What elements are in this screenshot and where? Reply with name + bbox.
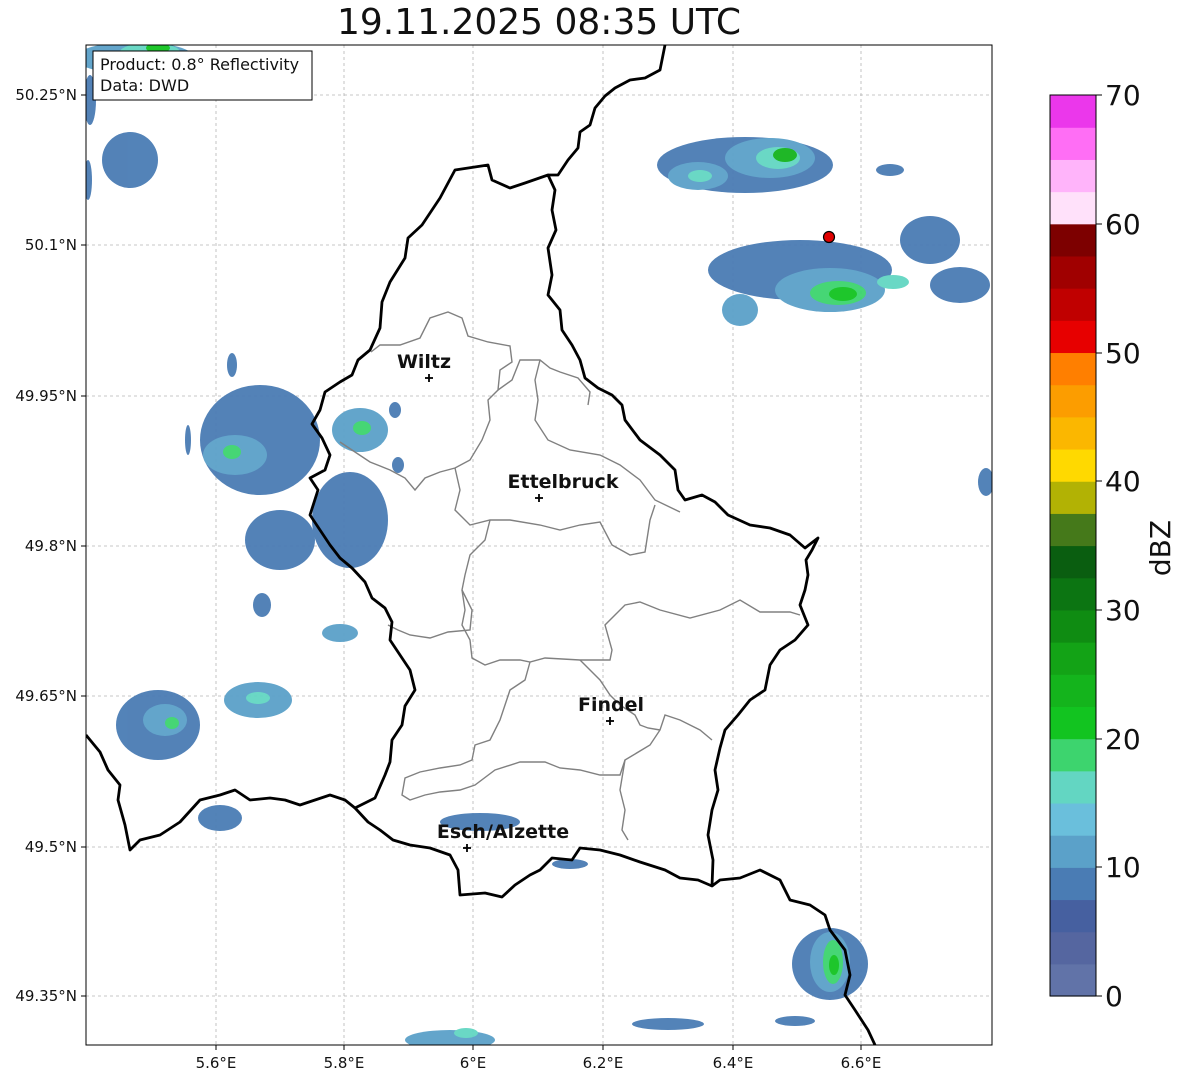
colorbar-swatch xyxy=(1050,931,1096,965)
canton-boundaries xyxy=(339,311,801,841)
france-belgium-border xyxy=(86,734,356,852)
colorbar-swatch xyxy=(1050,255,1096,289)
canton-line xyxy=(461,589,801,666)
lon-tick-label: 6.2°E xyxy=(583,1054,624,1072)
canton-line xyxy=(497,359,591,406)
colorbar-swatch xyxy=(1050,770,1096,804)
colorbar-tick-label: 40 xyxy=(1105,465,1141,498)
colorbar-swatch xyxy=(1050,384,1096,418)
colorbar-unit-label: dBZ xyxy=(1144,520,1177,576)
colorbar-swatch xyxy=(1050,738,1096,772)
canton-line-wiltz xyxy=(339,311,513,492)
lat-tick-label: 50.1°N xyxy=(25,236,77,254)
canton-line xyxy=(387,519,491,639)
radar-map: Wiltz Ettelbruck Findel Esch/Alzette Pro… xyxy=(15,44,1177,1072)
colorbar-tick-label: 70 xyxy=(1105,79,1141,112)
city-label-esch-alzette: Esch/Alzette xyxy=(437,821,569,843)
colorbar-swatch xyxy=(1050,223,1096,257)
lat-tick-label: 50.25°N xyxy=(15,86,77,104)
city-marker-wiltz xyxy=(425,374,433,382)
colorbar-tick-label: 20 xyxy=(1105,723,1141,756)
colorbar-swatch xyxy=(1050,706,1096,740)
colorbar-swatch xyxy=(1050,320,1096,354)
axis-ticks xyxy=(81,94,862,1050)
colorbar-tick-label: 0 xyxy=(1105,980,1123,1013)
colorbar-swatch xyxy=(1050,835,1096,868)
colorbar-swatch xyxy=(1050,867,1096,901)
plot-frame xyxy=(85,44,993,1046)
lon-tick-label: 5.8°E xyxy=(324,1054,365,1072)
colorbar-swatch xyxy=(1050,642,1096,675)
colorbar-swatch xyxy=(1050,545,1096,579)
colorbar-swatch xyxy=(1050,191,1096,225)
info-source: Data: DWD xyxy=(100,76,189,95)
colorbar-swatch xyxy=(1050,288,1096,321)
colorbar-swatch xyxy=(1050,899,1096,933)
lon-tick-label: 6.4°E xyxy=(713,1054,754,1072)
info-box: Product: 0.8° Reflectivity Data: DWD xyxy=(92,50,313,101)
city-marker-findel xyxy=(606,717,614,725)
colorbar xyxy=(1050,95,1096,997)
city-markers xyxy=(425,374,614,852)
colorbar-swatch xyxy=(1050,513,1096,547)
colorbar-swatch xyxy=(1050,448,1096,482)
echo-cluster-east xyxy=(708,216,992,496)
colorbar-swatch xyxy=(1050,609,1096,643)
echo-cluster-southwest xyxy=(116,682,292,831)
info-product: Product: 0.8° Reflectivity xyxy=(100,55,299,74)
lat-tick-label: 49.35°N xyxy=(15,987,77,1005)
colorbar-swatch xyxy=(1050,674,1096,707)
lat-tick-label: 49.5°N xyxy=(25,838,77,856)
colorbar-swatch xyxy=(1050,127,1096,160)
colorbar-swatch xyxy=(1050,416,1096,450)
colorbar-ticks xyxy=(1096,94,1102,997)
city-label-findel: Findel xyxy=(578,694,644,716)
colorbar-swatch xyxy=(1050,352,1096,386)
canton-line xyxy=(401,661,713,801)
colorbar-tick-label: 10 xyxy=(1105,851,1141,884)
lat-tick-label: 49.8°N xyxy=(25,537,77,555)
lon-tick-label: 5.6°E xyxy=(196,1054,237,1072)
lat-tick-label: 49.65°N xyxy=(15,687,77,705)
colorbar-tick-label: 60 xyxy=(1105,208,1141,241)
colorbar-swatch xyxy=(1050,577,1096,611)
colorbar-swatch xyxy=(1050,802,1096,836)
graticule xyxy=(86,45,992,1045)
colorbar-swatch xyxy=(1050,963,1096,997)
colorbar-swatch xyxy=(1050,159,1096,193)
echo-cluster-southeast xyxy=(792,928,868,1000)
germany-border xyxy=(548,45,667,177)
echo-cluster-northeast xyxy=(657,137,904,193)
colorbar-swatch xyxy=(1050,481,1096,514)
city-label-wiltz: Wiltz xyxy=(397,351,451,373)
city-marker-esch xyxy=(463,844,471,852)
colorbar-tick-label: 30 xyxy=(1105,594,1141,627)
lat-tick-label: 49.95°N xyxy=(15,387,77,405)
city-marker-ettelbruck xyxy=(535,494,543,502)
colorbar-tick-label: 50 xyxy=(1105,337,1141,370)
lon-tick-label: 6°E xyxy=(460,1054,487,1072)
colorbar-swatch xyxy=(1050,95,1096,128)
city-label-ettelbruck: Ettelbruck xyxy=(508,471,619,493)
lon-tick-label: 6.6°E xyxy=(841,1054,882,1072)
radar-site-marker xyxy=(822,230,836,244)
